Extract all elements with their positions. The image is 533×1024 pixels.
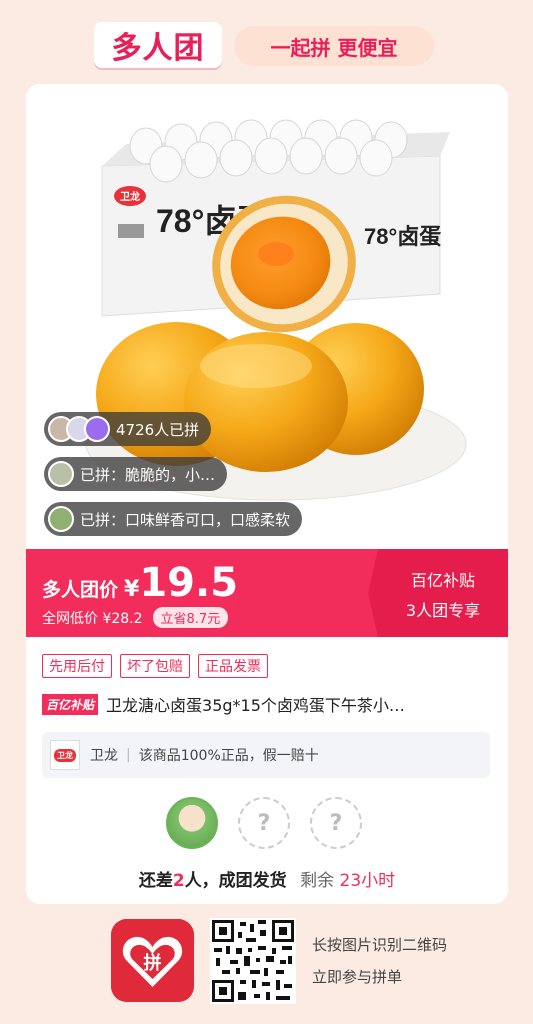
member-avatar <box>166 797 218 849</box>
status-suffix: 人，成团发货 <box>184 871 287 891</box>
slogan-text: 一起拼 更便宜 <box>270 35 398 60</box>
qr-code[interactable] <box>210 918 296 1004</box>
original-price: 全网低价 ¥28.2 <box>42 610 143 627</box>
divider: | <box>126 747 131 763</box>
subsidy-line2: 3人团专享 <box>405 601 481 620</box>
price-bar: 多人团价 ¥ 19.5 全网低价 ¥28.2 立省8.7元 百亿补贴 3人团专享 <box>26 549 508 637</box>
joined-count-text: 4726人已拼 <box>116 420 200 439</box>
slogan-pill: 一起拼 更便宜 <box>234 26 434 66</box>
service-tag: 先用后付 <box>42 654 112 678</box>
avatar <box>48 506 74 532</box>
duorentuan-logo: 多人团 <box>94 22 222 68</box>
footer: 拼 长按图片识别二维码 立即参与拼单 <box>0 904 533 1024</box>
time-remaining: 23小时 <box>339 871 396 891</box>
group-price: 19.5 <box>139 560 239 606</box>
box-side-title: 78°卤蛋 <box>364 224 441 249</box>
group-status: 还差2人，成团发货 剩余 23小时 <box>26 866 508 891</box>
review-badge: 已拼：脆脆的，小… <box>44 457 228 491</box>
qr-hint-line1: 长按图片识别二维码 <box>312 936 448 954</box>
avatar <box>84 416 110 442</box>
qr-hint-line2: 立即参与拼单 <box>312 968 403 986</box>
qr-code-icon <box>210 918 296 1004</box>
product-image[interactable]: 卫龙 78°卤蛋 78°卤蛋 4726人已拼 已拼：脆脆的，小… 已拼：口味鲜香… <box>26 84 508 549</box>
service-tag: 坏了包赔 <box>120 654 190 678</box>
remaining-count: 2 <box>172 871 185 891</box>
subsidy-badge: 百亿补贴 <box>42 693 99 715</box>
subsidy-panel: 百亿补贴 3人团专享 <box>368 549 508 637</box>
logo-text: 多人团 <box>111 31 205 66</box>
group-members: ? ? <box>166 797 362 849</box>
review-badge: 已拼：口味鲜香可口，口感柔软 <box>44 502 303 536</box>
product-title[interactable]: 卫龙溏心卤蛋35g*15个卤鸡蛋下午茶小… <box>106 692 405 716</box>
app-logo-icon: 拼 <box>111 919 194 1002</box>
box-brand: 卫龙 <box>120 190 140 203</box>
brand-row[interactable]: 卫龙 卫龙 | 该商品100%正品，假一赔十 <box>42 732 490 778</box>
time-label: 剩余 <box>300 871 335 891</box>
status-prefix: 还差 <box>138 871 173 891</box>
product-title-row[interactable]: 百亿补贴 卫龙溏心卤蛋35g*15个卤鸡蛋下午茶小… <box>42 692 492 716</box>
pinduoduo-app-icon: 拼 <box>111 919 194 1002</box>
brand-name: 卫龙 <box>90 748 118 764</box>
brand-logo-text: 卫龙 <box>54 748 76 762</box>
product-card[interactable]: 卫龙 78°卤蛋 78°卤蛋 4726人已拼 已拼：脆脆的，小… 已拼：口味鲜香… <box>26 84 508 904</box>
currency-symbol: ¥ <box>124 577 140 602</box>
subsidy-line1: 百亿补贴 <box>410 571 475 590</box>
joined-count-badge: 4726人已拼 <box>44 412 212 446</box>
guarantee-text: 该商品100%正品，假一赔十 <box>138 748 319 764</box>
brand-logo: 卫龙 <box>50 740 80 770</box>
price-label: 多人团价 <box>42 579 119 601</box>
header: 多人团 一起拼 更便宜 <box>0 0 533 84</box>
empty-slot: ? <box>310 797 362 849</box>
service-tag: 正品发票 <box>198 654 268 678</box>
app-icon-text: 拼 <box>144 952 162 974</box>
save-tag: 立省8.7元 <box>152 607 229 628</box>
avatar <box>48 461 74 487</box>
empty-slot: ? <box>238 797 290 849</box>
service-tags: 先用后付 坏了包赔 正品发票 <box>42 654 268 678</box>
review-text: 已拼：口味鲜香可口，口感柔软 <box>80 510 291 529</box>
review-text: 已拼：脆脆的，小… <box>80 465 216 484</box>
